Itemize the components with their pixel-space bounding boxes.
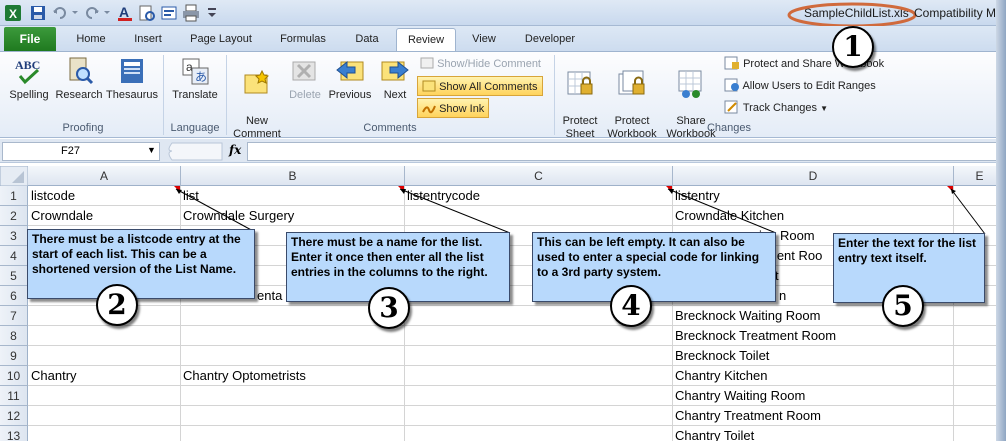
callout-badge: 4 — [610, 285, 652, 327]
callout-badge: 5 — [882, 285, 924, 327]
callout-badge: 3 — [368, 287, 410, 329]
callout-badge: 1 — [832, 26, 874, 68]
window-right-edge — [996, 0, 1006, 441]
comment-box-listcode: There must be a listcode entry at the st… — [27, 229, 255, 299]
comment-box-listentrycode: This can be left empty. It can also be u… — [532, 232, 776, 302]
callout-badge: 2 — [96, 284, 138, 326]
